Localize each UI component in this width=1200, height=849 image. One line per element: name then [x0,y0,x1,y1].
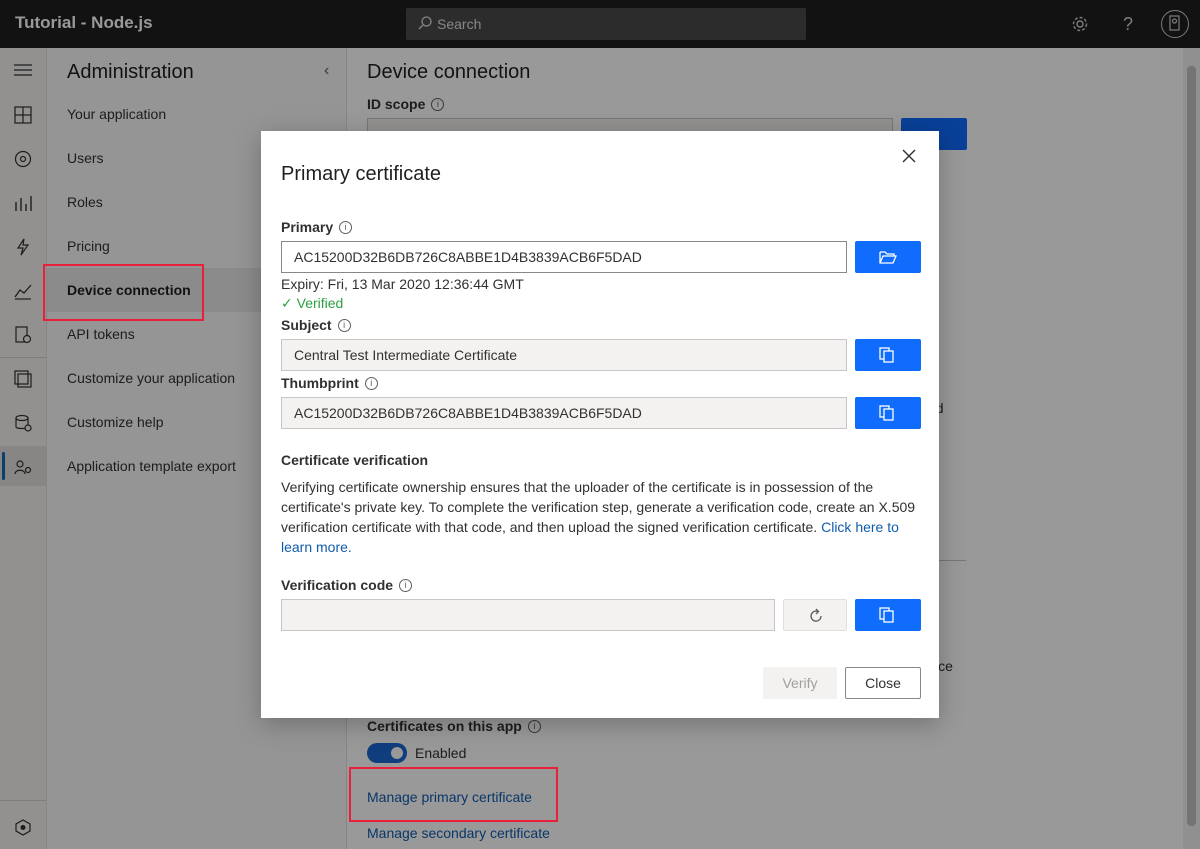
close-button[interactable]: Close [845,667,921,699]
copy-icon [879,405,894,421]
copy-subject-button[interactable] [855,339,921,371]
thumbprint-field[interactable]: AC15200D32B6DB726C8ABBE1D4B3839ACB6F5DAD [281,397,847,429]
copy-code-button[interactable] [855,599,921,631]
copy-icon [879,347,894,363]
highlight-box [43,264,204,321]
subject-label: Subject i [281,317,351,333]
verification-code-field[interactable] [281,599,775,631]
info-icon[interactable]: i [337,319,351,332]
highlight-box [349,767,558,822]
verification-code-label: Verification code i [281,577,413,593]
generate-code-button[interactable] [783,599,847,631]
verification-description: Verifying certificate ownership ensures … [281,479,916,555]
primary-label: Primary i [281,219,353,235]
info-icon[interactable]: i [364,377,378,390]
refresh-icon [810,608,822,622]
subject-field[interactable]: Central Test Intermediate Certificate [281,339,847,371]
thumbprint-label: Thumbprint i [281,375,378,391]
close-icon[interactable] [902,149,918,165]
copy-icon [879,607,894,623]
info-icon[interactable]: i [339,221,353,234]
copy-thumbprint-button[interactable] [855,397,921,429]
dialog-title: Primary certificate [281,163,442,185]
folder-open-icon [879,251,897,264]
info-icon[interactable]: i [399,579,413,592]
primary-field[interactable]: AC15200D32B6DB726C8ABBE1D4B3839ACB6F5DAD [281,241,847,273]
primary-certificate-dialog: Primary certificate Primary i AC15200D32B… [261,131,939,718]
upload-button[interactable] [855,241,921,273]
expiry-text: Expiry: Fri, 13 Mar 2020 12:36:44 GMT [281,276,524,292]
verify-button[interactable]: Verify [763,667,837,699]
verified-status: ✓ Verified [281,295,344,311]
checkmark-icon: ✓ [281,295,297,311]
verification-heading: Certificate verification [281,452,429,468]
